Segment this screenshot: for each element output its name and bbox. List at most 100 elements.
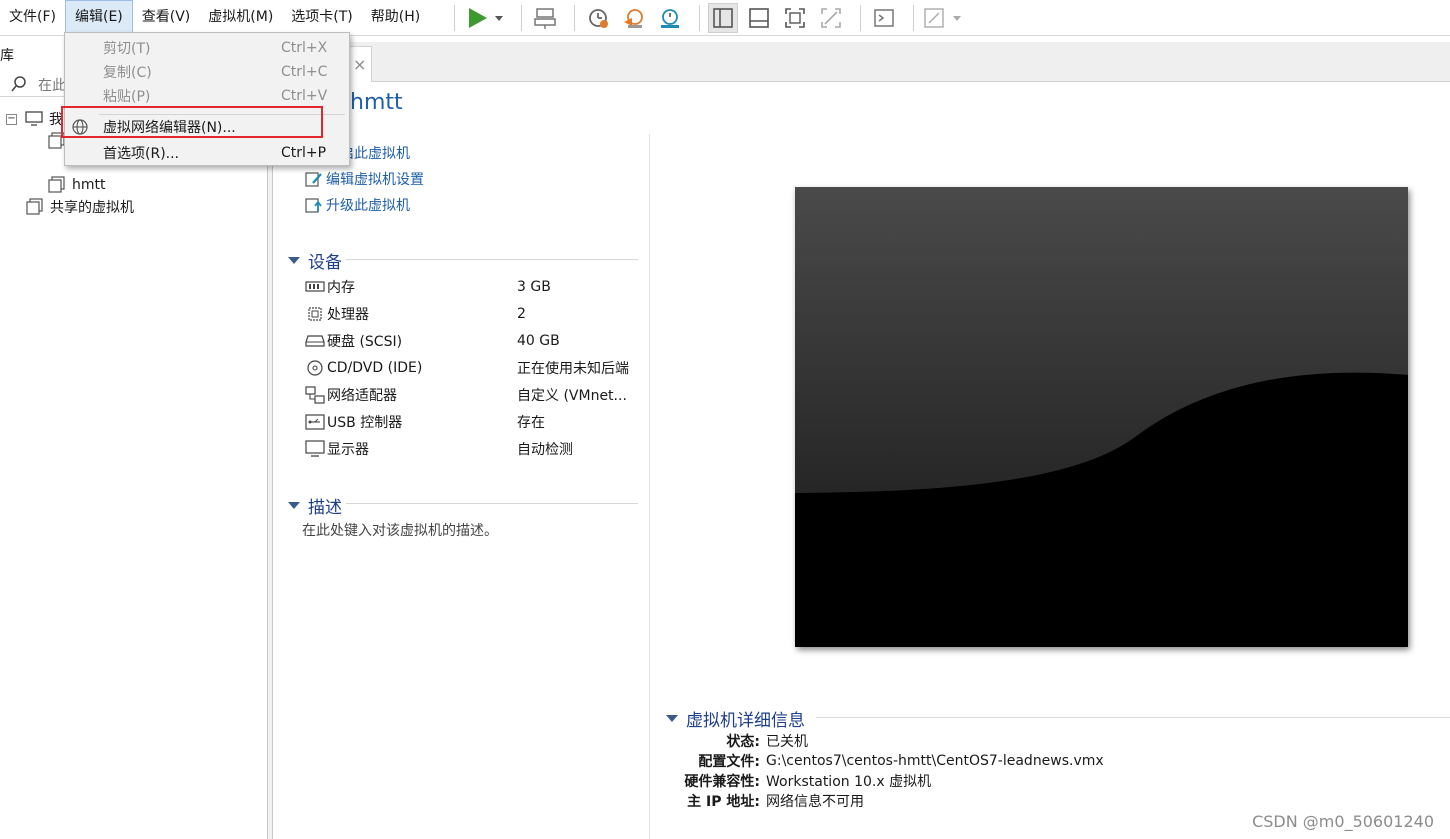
detail-label: 主 IP 地址: — [687, 794, 760, 810]
vm-icon — [48, 176, 65, 193]
tab-strip: × — [274, 42, 1450, 82]
device-row[interactable]: 硬盘 (SCSI) 40 GB — [304, 329, 644, 353]
section-title: 虚拟机详细信息 — [686, 711, 805, 731]
full-screen-button[interactable] — [780, 3, 810, 33]
collapse-triangle-icon — [288, 257, 300, 264]
collapse-icon[interactable]: − — [6, 113, 17, 125]
menu-view[interactable]: 查看(V) — [133, 0, 200, 36]
show-library-button[interactable] — [708, 3, 738, 33]
stretch-icon — [924, 8, 961, 28]
menu-item-label: 复制(C) — [103, 65, 152, 81]
upgrade-icon — [304, 195, 324, 215]
section-divider — [346, 259, 638, 260]
toolbar-separator — [699, 5, 700, 31]
device-name: 处理器 — [327, 307, 369, 323]
section-title: 设备 — [308, 253, 342, 273]
thumbnail-bar-button[interactable] — [744, 3, 774, 33]
menu-item-shortcut: Ctrl+P — [281, 145, 327, 161]
device-row[interactable]: 处理器 2 — [304, 302, 644, 326]
detail-value: 已关机 — [766, 734, 808, 750]
hard-disk-icon — [304, 331, 326, 351]
tab-hmtt[interactable]: × — [348, 46, 372, 82]
menu-tabs[interactable]: 选项卡(T) — [282, 0, 361, 36]
device-name: 硬盘 (SCSI) — [327, 334, 403, 350]
cd-dvd-icon — [304, 358, 326, 378]
detail-label: 配置文件: — [698, 754, 760, 770]
upgrade-vm-link[interactable]: 升级此虚拟机 — [304, 194, 410, 216]
menu-item-cut[interactable]: 剪切(T) Ctrl+X — [65, 36, 349, 60]
menu-edit[interactable]: 编辑(E) — [64, 0, 133, 36]
detail-value: Workstation 10.x 虚拟机 — [766, 774, 932, 790]
device-value: 3 GB — [517, 279, 551, 295]
device-row[interactable]: CD/DVD (IDE) 正在使用未知后端 — [304, 356, 644, 380]
device-value: 自定义 (VMnet... — [517, 388, 627, 404]
highlight-annotation-box — [61, 106, 323, 138]
section-title: 描述 — [308, 498, 342, 518]
fullscreen-icon — [785, 8, 805, 28]
device-value: 存在 — [517, 415, 545, 431]
tree-item-shared-vms[interactable]: 共享的虚拟机 — [26, 196, 134, 218]
toolbar-separator — [454, 5, 455, 31]
menu-item-preferences[interactable]: 首选项(R)... Ctrl+P — [65, 141, 349, 165]
edit-menu-dropdown: 剪切(T) Ctrl+X 复制(C) Ctrl+C 粘贴(P) Ctrl+V 虚… — [64, 32, 350, 166]
send-ctrl-alt-del-button[interactable] — [530, 3, 560, 33]
unity-button[interactable] — [816, 3, 846, 33]
section-divider — [346, 503, 638, 504]
menu-item-label: 剪切(T) — [103, 41, 151, 57]
play-icon — [469, 8, 503, 28]
tree-item-my-computer[interactable]: − 我 — [6, 108, 63, 130]
keyboard-send-icon — [534, 8, 556, 29]
vm-screen-preview[interactable] — [795, 187, 1408, 647]
collapse-triangle-icon — [666, 715, 678, 722]
vm-title: hmtt — [350, 90, 403, 115]
toolbar — [446, 0, 972, 36]
powered-off-screen-thumbnail — [795, 187, 1408, 647]
action-label: 编辑虚拟机设置 — [326, 172, 424, 188]
detail-row-ip-address: 主 IP 地址: 网络信息不可用 — [664, 791, 864, 811]
collapse-triangle-icon — [288, 502, 300, 509]
device-name: 内存 — [327, 280, 355, 296]
search-icon — [11, 76, 26, 92]
tree-item-hmtt[interactable]: hmtt — [48, 174, 106, 196]
snapshot-manager-button[interactable] — [655, 3, 685, 33]
detail-label: 硬件兼容性: — [684, 774, 760, 790]
device-name: CD/DVD (IDE) — [327, 360, 423, 376]
edit-settings-icon — [304, 169, 324, 189]
close-tab-icon[interactable]: × — [353, 55, 366, 74]
toolbar-separator — [860, 5, 861, 31]
description-placeholder[interactable]: 在此处键入对该虚拟机的描述。 — [302, 520, 498, 540]
menu-bar: 文件(F) 编辑(E) 查看(V) 虚拟机(M) 选项卡(T) 帮助(H) — [0, 0, 429, 36]
memory-icon — [304, 277, 326, 297]
device-value: 自动检测 — [517, 442, 573, 458]
revert-snapshot-icon — [624, 9, 643, 28]
tree-item-label: 共享的虚拟机 — [50, 200, 134, 216]
device-name: 网络适配器 — [327, 388, 397, 404]
library-header: 库 — [0, 48, 14, 64]
power-on-button[interactable] — [463, 3, 507, 33]
menu-file[interactable]: 文件(F) — [0, 0, 65, 36]
device-name: USB 控制器 — [327, 415, 403, 431]
menu-item-paste[interactable]: 粘贴(P) Ctrl+V — [65, 84, 349, 108]
menu-help[interactable]: 帮助(H) — [362, 0, 429, 36]
stretch-guest-button[interactable] — [922, 3, 966, 33]
device-row[interactable]: 内存 3 GB — [304, 275, 644, 299]
menu-item-copy[interactable]: 复制(C) Ctrl+C — [65, 60, 349, 84]
display-icon — [304, 439, 326, 459]
description-section-header[interactable]: 描述 — [288, 493, 342, 518]
device-name: 显示器 — [327, 442, 369, 458]
snapshot-clock-icon — [589, 9, 608, 28]
section-divider — [816, 717, 1450, 718]
vm-details-section-header[interactable]: 虚拟机详细信息 — [666, 706, 805, 731]
device-row[interactable]: 网络适配器 自定义 (VMnet... — [304, 383, 644, 407]
devices-section-header[interactable]: 设备 — [288, 248, 342, 273]
menu-vm[interactable]: 虚拟机(M) — [199, 0, 282, 36]
console-view-button[interactable] — [869, 3, 899, 33]
device-row[interactable]: USB 控制器 存在 — [304, 410, 644, 434]
menu-item-label: 首选项(R)... — [103, 146, 180, 162]
detail-row-hardware-compat: 硬件兼容性: Workstation 10.x 虚拟机 — [664, 771, 931, 791]
watermark: CSDN @m0_50601240 — [1252, 812, 1434, 831]
device-row[interactable]: 显示器 自动检测 — [304, 437, 644, 461]
snapshot-button[interactable] — [583, 3, 613, 33]
edit-vm-settings-link[interactable]: 编辑虚拟机设置 — [304, 168, 424, 190]
revert-snapshot-button[interactable] — [619, 3, 649, 33]
